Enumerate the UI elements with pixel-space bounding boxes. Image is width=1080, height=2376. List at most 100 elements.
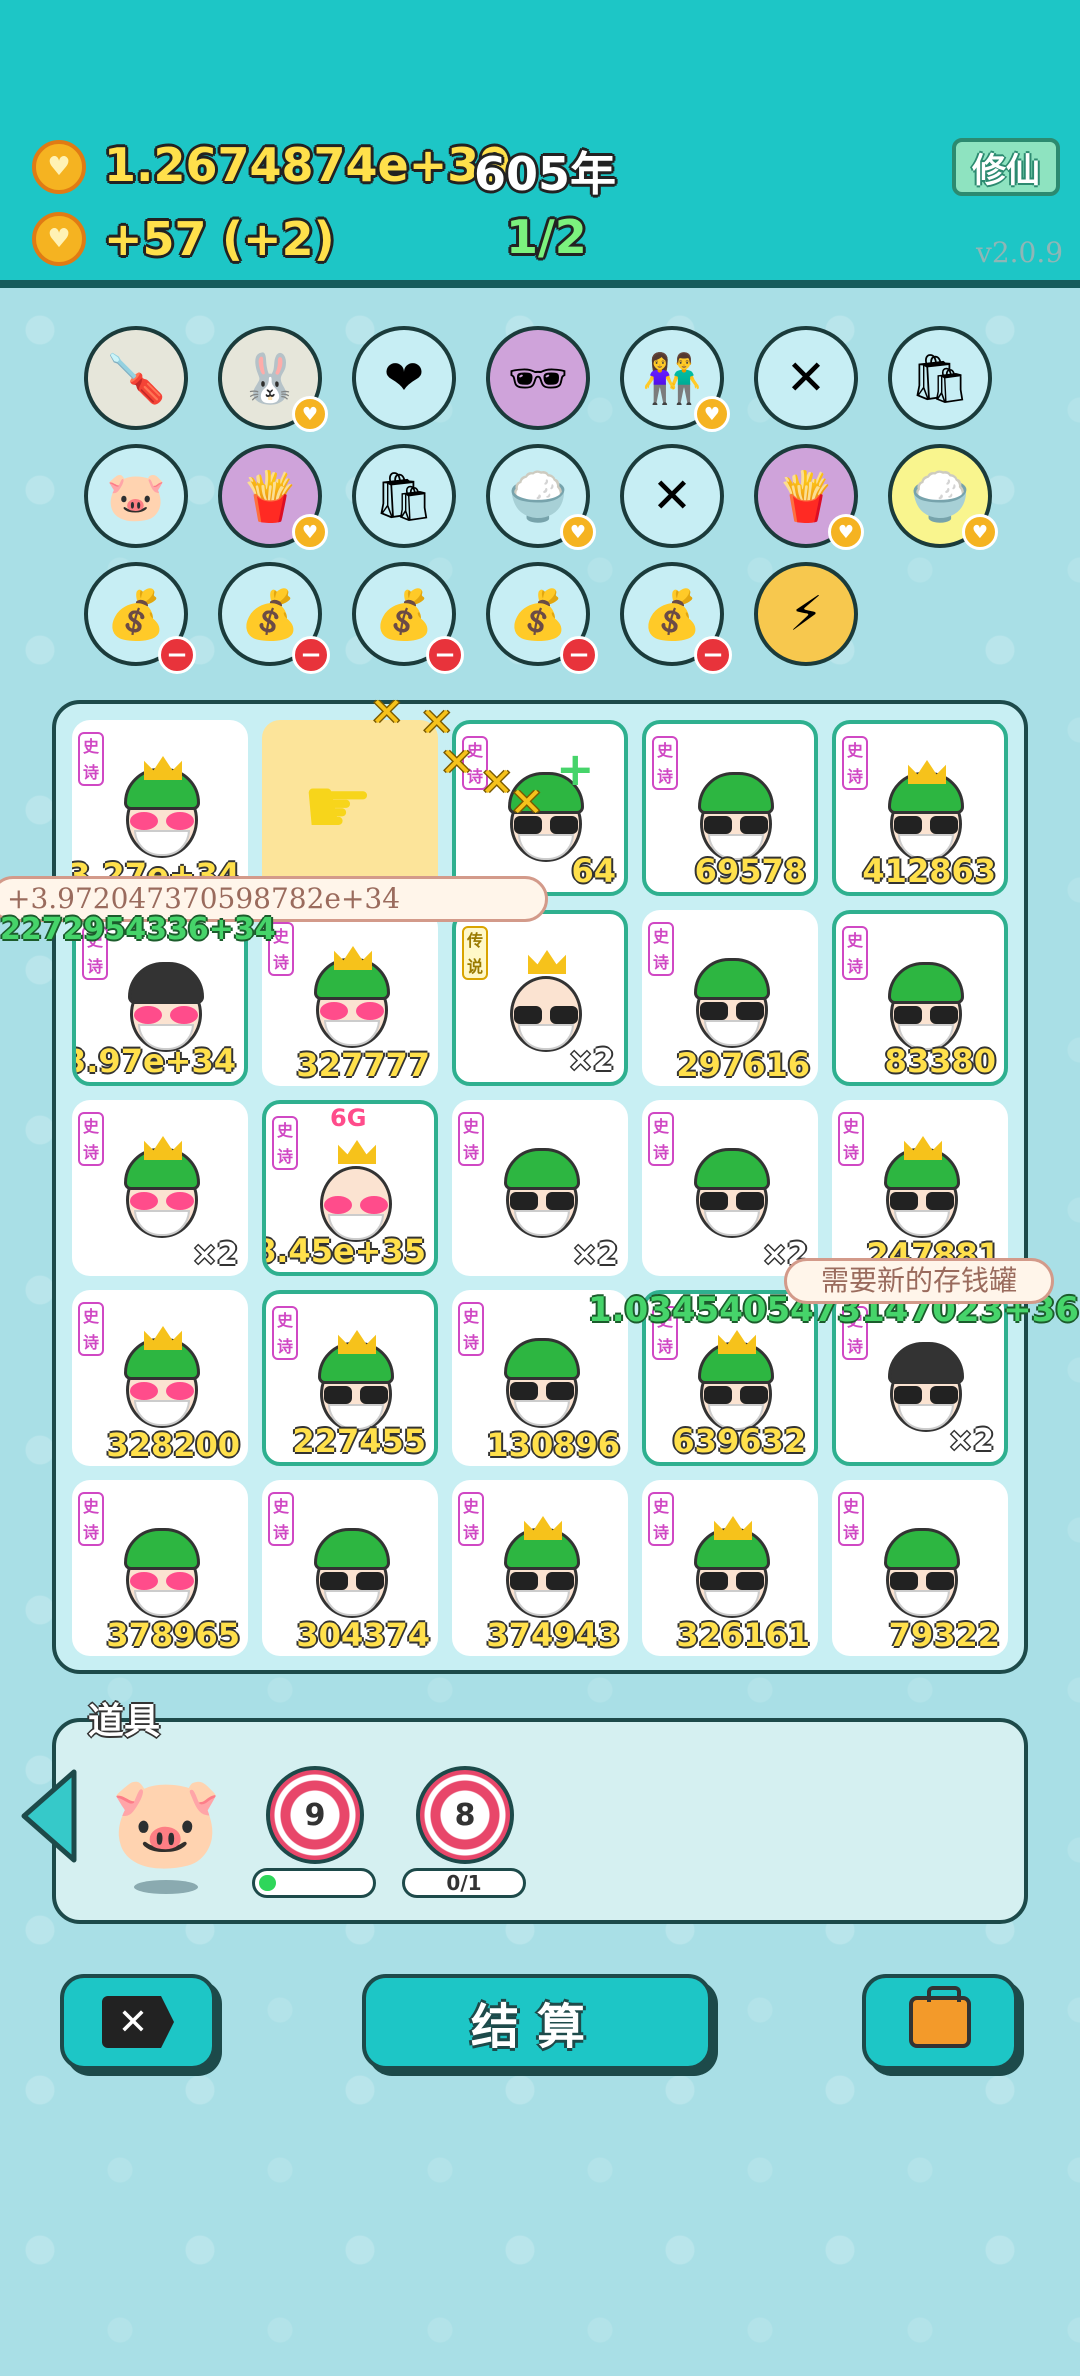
legend-tag: 传说 — [462, 926, 488, 980]
income-rate: +57 — [104, 212, 207, 266]
character-avatar — [494, 1136, 590, 1240]
screwdriver-icon[interactable]: 🪛 — [84, 326, 188, 430]
epic-tag: 史诗 — [458, 1112, 484, 1166]
briefcase-icon — [909, 1986, 971, 2048]
character-cell[interactable]: 史诗 328200 — [72, 1290, 248, 1466]
target-icon[interactable]: 9 — [266, 1766, 364, 1864]
sticks-icon[interactable]: ✕ — [754, 326, 858, 430]
epic-tag: 史诗 — [838, 1112, 864, 1166]
settle-label: 结算 — [470, 1999, 603, 2055]
character-avatar — [684, 1136, 780, 1240]
arrow-left-icon[interactable] — [18, 1768, 78, 1864]
heart-fan-icon[interactable]: ❤ — [352, 326, 456, 430]
character-cell[interactable]: 史诗 3.27e+34 — [72, 720, 248, 896]
character-avatar — [494, 1516, 590, 1620]
character-value: 326161 — [676, 1616, 810, 1654]
close-icon: ✕ — [102, 1996, 174, 2048]
crown-icon — [904, 1136, 942, 1160]
character-cell[interactable]: 史诗 79322 — [832, 1480, 1008, 1656]
pointing-hand-icon: ☛ — [302, 760, 374, 853]
coin-icon — [32, 140, 86, 194]
character-cell[interactable]: 史诗 327777 — [262, 910, 438, 1086]
piggy-bank-icon[interactable]: 🐷 — [110, 1770, 222, 1875]
character-cell[interactable]: 史诗 374943 — [452, 1480, 628, 1656]
remove-icon[interactable]: − — [426, 636, 464, 674]
character-value: 304374 — [296, 1616, 430, 1654]
recycle-bag-icon[interactable]: 🛍 — [888, 326, 992, 430]
crown-icon — [334, 946, 372, 970]
remove-icon[interactable]: − — [560, 636, 598, 674]
briefcase-button[interactable] — [862, 1974, 1018, 2070]
remove-icon[interactable]: − — [158, 636, 196, 674]
stage-counter: 1/2 — [506, 210, 587, 264]
character-avatar — [304, 946, 400, 1050]
cell-badge: 6G — [330, 1104, 367, 1132]
character-cell[interactable]: 史诗 326161 — [642, 1480, 818, 1656]
character-avatar — [498, 950, 594, 1054]
epic-tag: 史诗 — [648, 1492, 674, 1546]
character-avatar — [114, 1326, 210, 1430]
character-cell[interactable]: 史诗 304374 — [262, 1480, 438, 1656]
target-icon[interactable]: 8 — [416, 1766, 514, 1864]
epic-tag: 史诗 — [652, 736, 678, 790]
cancel-button[interactable]: ✕ — [60, 1974, 216, 2070]
character-cell[interactable]: 史诗 247881 — [832, 1100, 1008, 1276]
character-avatar — [688, 1330, 784, 1434]
heart-badge-icon: ♥ — [962, 514, 998, 550]
epic-tag: 史诗 — [268, 1492, 294, 1546]
tools-label: 道具 — [88, 1701, 161, 1742]
character-value: 297616 — [676, 1046, 810, 1084]
character-cell[interactable]: 史诗 227455 — [262, 1290, 438, 1466]
target-progress-text: 0/1 — [446, 1871, 482, 1895]
character-value: 328200 — [106, 1426, 240, 1464]
remove-icon[interactable]: − — [292, 636, 330, 674]
character-cell[interactable]: 史诗 297616 — [642, 910, 818, 1086]
character-value: 64 — [571, 852, 616, 890]
character-cell[interactable]: 史诗 ×2 — [642, 1100, 818, 1276]
character-value: 639632 — [672, 1422, 806, 1460]
epic-tag: 史诗 — [458, 1302, 484, 1356]
crown-icon — [718, 1330, 756, 1354]
character-avatar — [308, 1330, 404, 1434]
settle-button[interactable]: 结算 — [362, 1974, 712, 2070]
character-avatar — [308, 1140, 404, 1244]
character-value: 374943 — [486, 1616, 620, 1654]
plus-sparkle-icon: + — [556, 742, 595, 796]
character-cell[interactable]: 史诗 69578 — [642, 720, 818, 896]
xiuxian-button[interactable]: 修仙 — [952, 138, 1060, 196]
character-avatar — [494, 1326, 590, 1430]
character-cell[interactable]: 史诗 ×2 — [452, 1100, 628, 1276]
crown-icon — [144, 756, 182, 780]
crown-icon — [144, 1326, 182, 1350]
sticks-icon[interactable]: ✕ — [620, 444, 724, 548]
epic-tag: 史诗 — [842, 926, 868, 980]
hand-cell[interactable]: ☛ — [262, 720, 438, 896]
epic-tag: 史诗 — [78, 1492, 104, 1546]
remove-icon[interactable]: − — [694, 636, 732, 674]
eyepatch-icon[interactable]: 🕶 — [486, 326, 590, 430]
multiplier-label: ×2 — [571, 1237, 618, 1272]
target-count: 9 — [304, 1797, 326, 1833]
epic-tag: 史诗 — [648, 922, 674, 976]
version-label: v2.0.9 — [976, 236, 1064, 269]
target-progress-bar: 0/1 — [402, 1868, 526, 1898]
character-cell[interactable]: 史诗 ×2 — [72, 1100, 248, 1276]
character-avatar — [874, 1136, 970, 1240]
character-cell[interactable]: 史诗 412863 — [832, 720, 1008, 896]
character-value: 130896 — [486, 1426, 620, 1464]
piggy-bank-icon[interactable]: 🐷 — [84, 444, 188, 548]
recycle-bag-icon[interactable]: 🛍 — [352, 444, 456, 548]
character-avatar — [874, 1516, 970, 1620]
character-avatar — [878, 950, 974, 1054]
lightning-icon[interactable]: ⚡ — [754, 562, 858, 666]
character-cell[interactable]: 史诗 8.45e+35 6G — [262, 1100, 438, 1276]
years-counter: 605年 — [474, 147, 617, 201]
character-cell[interactable]: 传说 ×2 — [452, 910, 628, 1086]
income-bonus: (+2) — [222, 212, 335, 266]
heart-badge-icon: ♥ — [292, 514, 328, 550]
crown-icon — [338, 1140, 376, 1164]
character-avatar — [118, 950, 214, 1054]
character-cell[interactable]: 史诗 378965 — [72, 1480, 248, 1656]
character-avatar — [304, 1516, 400, 1620]
character-cell[interactable]: 史诗 83380 — [832, 910, 1008, 1086]
